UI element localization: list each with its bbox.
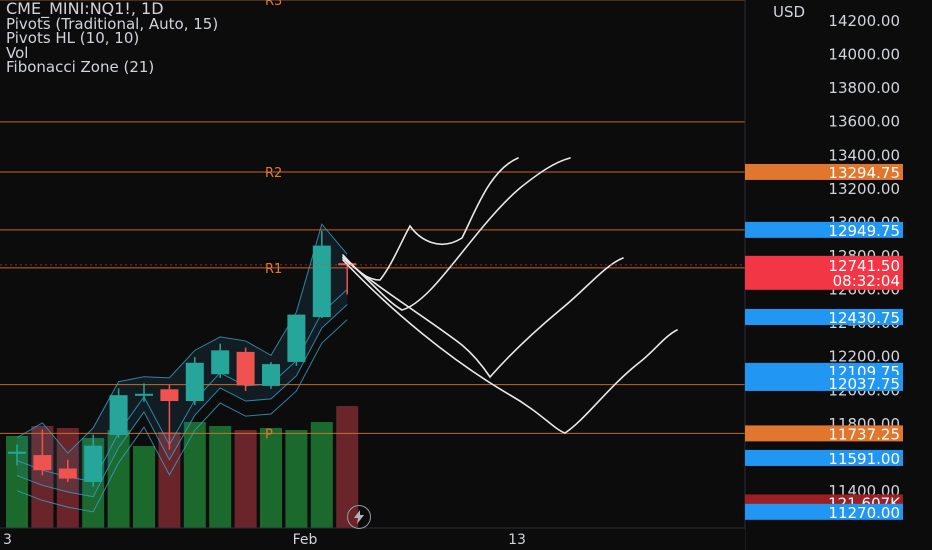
candle-body bbox=[8, 451, 26, 454]
candle-body bbox=[58, 468, 77, 479]
drawn-line bbox=[342, 257, 624, 379]
price-label-text: 12949.75 bbox=[828, 222, 900, 240]
price-label-text: 12037.75 bbox=[828, 375, 900, 393]
time-tick-label: Feb bbox=[293, 532, 318, 548]
candle-body bbox=[312, 245, 331, 318]
time-tick-label: 13 bbox=[508, 532, 526, 548]
candle-body bbox=[33, 455, 52, 471]
price-tick-label: 13800.00 bbox=[828, 79, 900, 97]
pivot-label: R3 bbox=[265, 0, 282, 9]
candle-body bbox=[84, 445, 103, 482]
price-label-text: 13294.75 bbox=[828, 164, 900, 182]
candle-body bbox=[185, 362, 204, 402]
price-label-text: 12430.75 bbox=[828, 309, 900, 327]
drawn-line bbox=[342, 157, 571, 311]
price-tick-label: 14000.00 bbox=[828, 46, 900, 64]
candle-body bbox=[262, 364, 280, 386]
time-axis-bg bbox=[0, 528, 745, 550]
price-tick-label: 13400.00 bbox=[828, 146, 900, 164]
price-label-text: 11737.25 bbox=[828, 425, 900, 443]
candle-body bbox=[287, 314, 306, 362]
currency-label[interactable]: USD bbox=[773, 3, 805, 21]
time-tick-label: 3 bbox=[3, 532, 12, 548]
drawn-line bbox=[342, 259, 678, 434]
pivot-label: R1 bbox=[265, 262, 282, 277]
chart-legend: CME_MINI:NQ1!, 1D Pivots (Traditional, A… bbox=[6, 1, 218, 75]
candle-body bbox=[160, 389, 179, 402]
freehand-drawings bbox=[342, 157, 678, 434]
chart-canvas[interactable]: R3R2R1P 11400.0011600.0011800.0012000.00… bbox=[0, 0, 932, 550]
pivot-label: P bbox=[265, 427, 273, 442]
time-axis[interactable]: 3 Feb 13 bbox=[0, 527, 745, 550]
lightning-icon[interactable] bbox=[347, 505, 371, 529]
price-label-text: 11591.00 bbox=[828, 450, 900, 468]
indicator-fib-zone[interactable]: Fibonacci Zone (21) bbox=[6, 60, 218, 75]
pivot-label: R2 bbox=[265, 166, 282, 181]
drawn-line bbox=[342, 157, 519, 281]
candle-body bbox=[211, 350, 230, 375]
indicator-pivots-hl[interactable]: Pivots HL (10, 10) bbox=[6, 31, 218, 46]
countdown-text: 08:32:04 bbox=[833, 272, 900, 290]
price-label-text: 11270.00 bbox=[828, 504, 900, 522]
candle-body bbox=[109, 395, 128, 435]
price-tick-label: 13600.00 bbox=[828, 113, 900, 131]
price-tick-label: 14200.00 bbox=[828, 12, 900, 30]
candle-body bbox=[135, 393, 153, 396]
price-tick-label: 13200.00 bbox=[828, 180, 900, 198]
candle-body bbox=[236, 351, 255, 386]
